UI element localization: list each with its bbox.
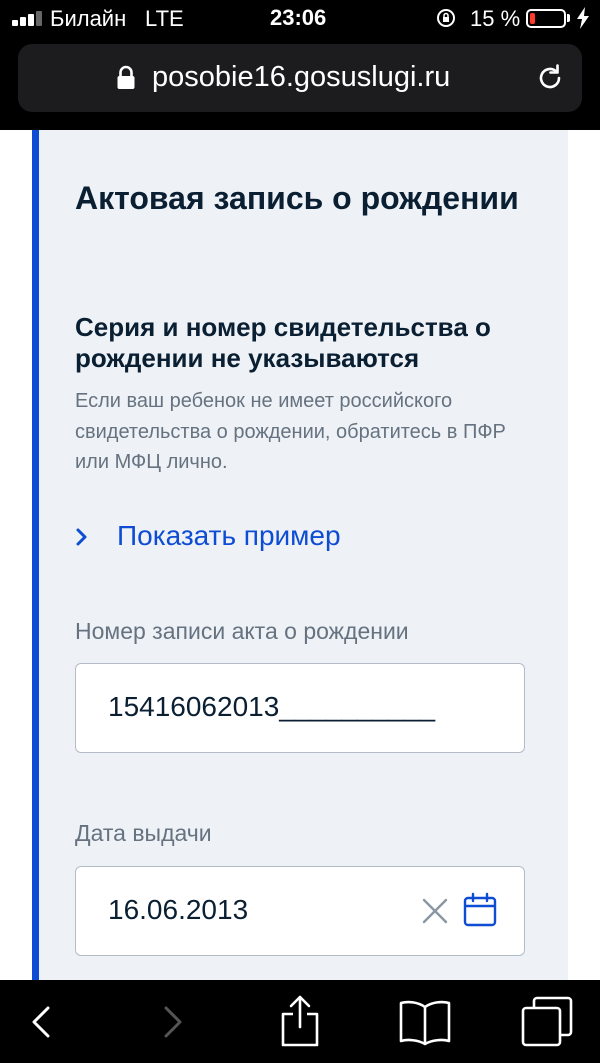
signal-strength-icon bbox=[12, 10, 46, 26]
record-number-input[interactable]: 15416062013__________ bbox=[75, 663, 525, 753]
issue-date-value: 16.06.2013 bbox=[108, 894, 249, 925]
charging-bolt-icon bbox=[577, 7, 589, 29]
record-number-label: Номер записи акта о рождении bbox=[75, 618, 409, 644]
issue-date-input[interactable]: 16.06.2013 bbox=[75, 866, 525, 956]
calendar-icon[interactable] bbox=[462, 892, 498, 928]
battery-icon bbox=[526, 9, 566, 28]
address-bar[interactable]: posobie16.gosuslugi.ru bbox=[18, 44, 582, 112]
form-section-card: Актовая запись о рождении Серия и номер … bbox=[32, 130, 568, 980]
browser-toolbar bbox=[0, 980, 600, 1063]
tabs-icon[interactable] bbox=[520, 995, 574, 1047]
notice-text: Если ваш ребенок не имеет российского св… bbox=[75, 390, 506, 473]
status-time: 23:06 bbox=[270, 5, 327, 30]
section-accent-bar bbox=[32, 130, 39, 980]
carrier-name: Билайн bbox=[50, 6, 127, 31]
status-bar: Билайн LTE 23:06 15 % bbox=[0, 0, 600, 36]
show-example-label: Показать пример bbox=[117, 520, 341, 551]
clear-icon[interactable] bbox=[420, 896, 450, 926]
issue-date-label: Дата выдачи bbox=[75, 820, 212, 846]
chevron-right-icon bbox=[76, 528, 87, 546]
network-type: LTE bbox=[145, 6, 184, 31]
lock-icon bbox=[117, 65, 135, 89]
battery-cap bbox=[567, 14, 570, 22]
phone-screen: Билайн LTE 23:06 15 % posobie16.gosuslug… bbox=[0, 0, 600, 1063]
web-page: Актовая запись о рождении Серия и номер … bbox=[0, 130, 600, 980]
battery-level bbox=[530, 13, 535, 24]
back-icon[interactable] bbox=[26, 1002, 56, 1042]
forward-icon[interactable] bbox=[158, 1002, 188, 1042]
url-text: posobie16.gosuslugi.ru bbox=[152, 61, 451, 93]
battery-percent: 15 % bbox=[470, 6, 521, 31]
notice-title: Серия и номер свидетельства о рождении н… bbox=[75, 312, 491, 373]
record-number-value: 15416062013__________ bbox=[108, 691, 436, 722]
rotation-lock-icon bbox=[437, 9, 455, 27]
reload-icon[interactable] bbox=[534, 62, 566, 94]
section-title: Актовая запись о рождении bbox=[75, 180, 519, 216]
share-icon[interactable] bbox=[278, 994, 322, 1048]
bookmarks-icon[interactable] bbox=[398, 998, 452, 1046]
